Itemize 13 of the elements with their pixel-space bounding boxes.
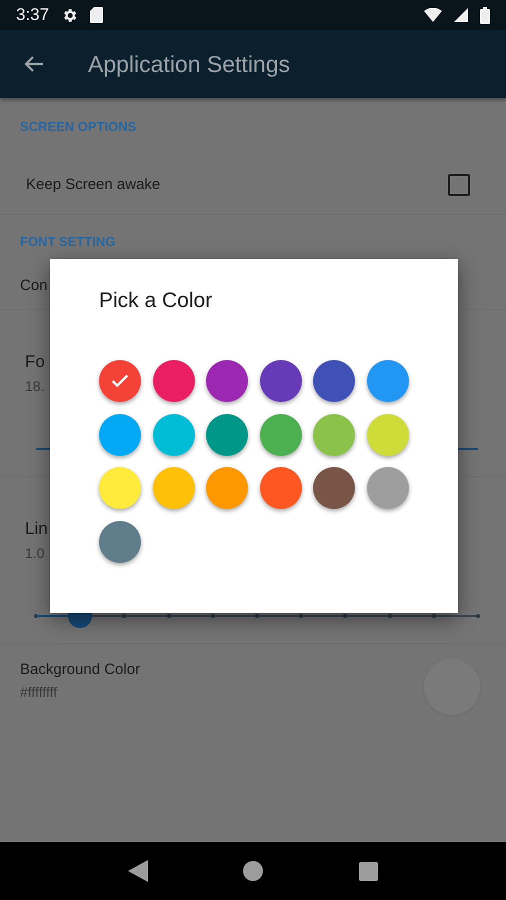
setting-value: 1.0 [25, 545, 44, 561]
setting-label: Con [20, 277, 49, 294]
dialog-title: Pick a Color [99, 289, 214, 313]
setting-label: Background Color [20, 661, 142, 678]
setting-label: Keep Screen awake [26, 176, 162, 193]
section-header: SCREEN OPTIONS [20, 119, 136, 134]
status-time: 3:37 [16, 5, 50, 25]
section-header: FONT SETTING [20, 234, 116, 249]
setting-label: Fo [25, 352, 45, 372]
setting-value: #ffffffff [20, 684, 58, 700]
setting-label: Lin [25, 519, 48, 539]
app-bar-title: Application Settings [88, 50, 290, 78]
setting-value: 18. [25, 378, 44, 394]
